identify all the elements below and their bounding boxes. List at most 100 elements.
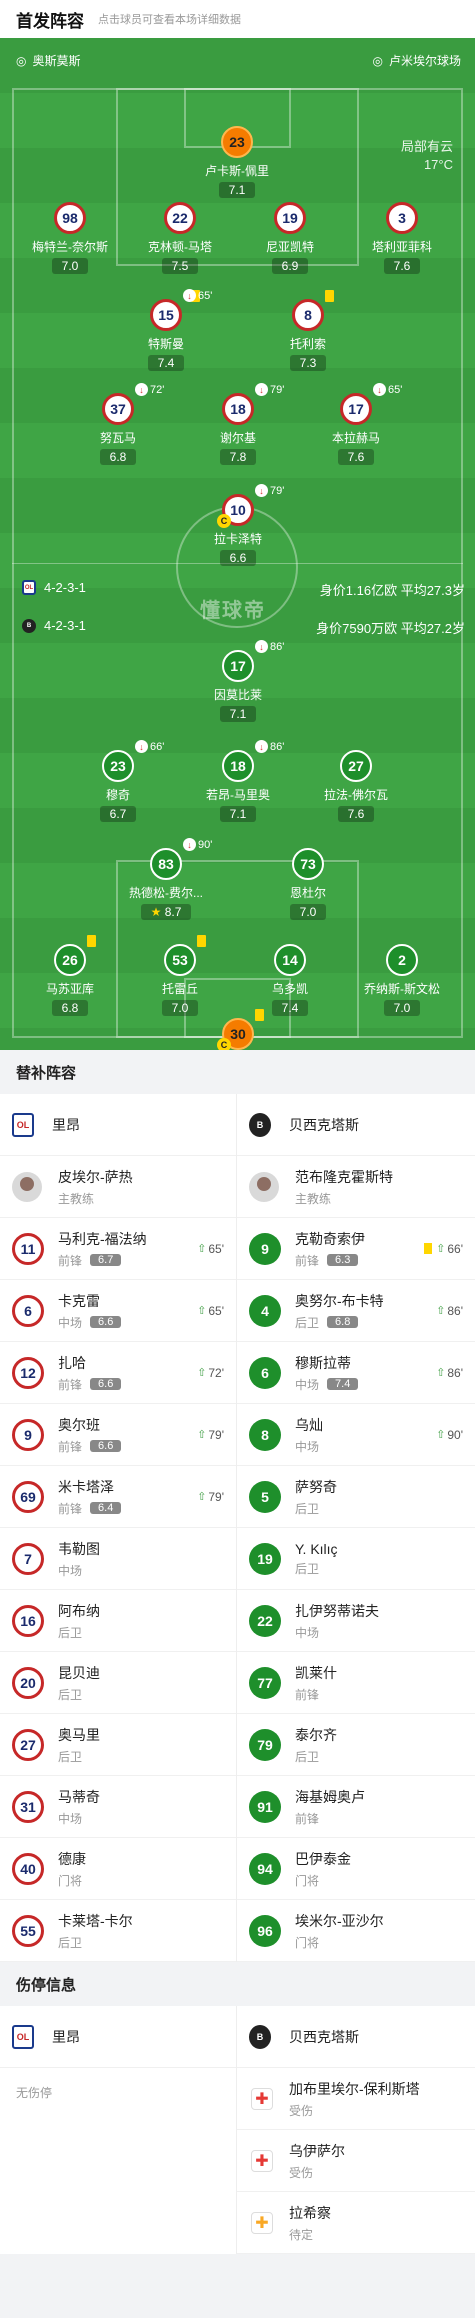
sub-player-row[interactable]: 19 Y. Kılıç 后卫 — [237, 1528, 475, 1590]
player-rating: 7.1 — [219, 806, 257, 822]
jersey-number: 31 — [12, 1790, 44, 1823]
captain-badge: C — [217, 514, 231, 528]
sub-player-name: 奥马里 — [58, 1726, 100, 1743]
sub-player-row[interactable]: 77 凯莱什 前锋 — [237, 1652, 475, 1714]
away-player[interactable]: 26 马苏亚库 6.8 — [25, 935, 115, 1016]
sub-off-indicator: ↓ 86' — [255, 740, 284, 753]
away-player[interactable]: 18 ↓ 86' 若昂-马里奥 7.1 — [193, 740, 284, 822]
away-team-row[interactable]: B 贝西克塔斯 — [237, 1094, 475, 1156]
away-player[interactable]: 30C德斯塔诺奥卢8.3 — [193, 1009, 283, 1050]
sub-player-row[interactable]: 4 奥努尔-布卡特 后卫 6.8 ⇧ 86' — [237, 1280, 475, 1342]
jersey-number: 83 — [150, 848, 182, 880]
sub-player-row[interactable]: 9 奥尔班 前锋 6.6 ⇧ 79' — [0, 1404, 236, 1466]
sub-player-row[interactable]: 40 德康 门将 — [0, 1838, 236, 1900]
sub-player-row[interactable]: 8 乌灿 中场 ⇧ 90' — [237, 1404, 475, 1466]
sub-on-icon: ⇧ — [197, 1491, 207, 1503]
jersey-number: 17 — [222, 650, 254, 682]
sub-off-indicator: ↓ 79' — [255, 484, 284, 497]
jersey-number: 19 — [274, 202, 306, 234]
player-rating: 7.0 — [161, 1000, 199, 1016]
away-player[interactable]: 73 恩杜尔 7.0 — [263, 848, 353, 920]
jersey-number: 91 — [249, 1790, 281, 1823]
home-player[interactable]: 8 托利索 7.3 — [263, 290, 353, 371]
away-player[interactable]: 53 托雷丘 7.0 — [135, 935, 225, 1016]
home-player[interactable]: 37 ↓ 72' 努瓦马 6.8 — [73, 383, 164, 465]
home-coach-row[interactable]: 皮埃尔-萨热 主教练 — [0, 1156, 236, 1218]
home-player[interactable]: 98 梅特兰-奈尔斯 7.0 — [25, 202, 115, 274]
jersey-number: 98 — [54, 202, 86, 234]
jersey-number: 40 — [12, 1852, 44, 1885]
jersey-number: 18 — [222, 393, 254, 425]
player-name: 梅特兰-奈尔斯 — [32, 240, 108, 254]
sub-player-row[interactable]: 12 扎哈 前锋 6.6 ⇧ 72' — [0, 1342, 236, 1404]
sub-player-row[interactable]: 22 扎伊努蒂诺夫 中场 — [237, 1590, 475, 1652]
away-player[interactable]: 14 乌多凯 7.4 — [245, 944, 335, 1016]
sub-player-row[interactable]: 31 马蒂奇 中场 — [0, 1776, 236, 1838]
home-player[interactable]: 23 卢卡斯-佩里 7.1 — [192, 126, 282, 198]
sub-player-name: Y. Kılıç — [295, 1540, 338, 1557]
sub-off-icon: ↓ — [183, 289, 196, 302]
jersey-number: 3 — [386, 202, 418, 234]
injured-player-name: 乌伊萨尔 — [289, 2142, 345, 2159]
player-name: 乌多凯 — [271, 982, 308, 996]
sub-player-row[interactable]: 94 巴伊泰金 门将 — [237, 1838, 475, 1900]
sub-player-position: 前锋 — [295, 1687, 320, 1702]
sub-player-name: 埃米尔-亚沙尔 — [295, 1912, 384, 1929]
injury-row[interactable]: ✚ 乌伊萨尔 受伤 — [237, 2130, 475, 2192]
yellow-card-icon — [424, 1243, 433, 1254]
sub-player-row[interactable]: 79 泰尔齐 后卫 — [237, 1714, 475, 1776]
sub-player-row[interactable]: 96 埃米尔-亚沙尔 门将 — [237, 1900, 475, 1962]
sub-player-row[interactable]: 20 昆贝迪 后卫 — [0, 1652, 236, 1714]
sub-off-indicator: ↓ 66' — [135, 740, 164, 753]
away-player[interactable]: 17 ↓ 86' 因莫比莱 7.1 — [193, 640, 284, 722]
away-injury-team-row[interactable]: B 贝西克塔斯 — [237, 2006, 475, 2068]
sub-player-name: 卡莱塔-卡尔 — [58, 1912, 133, 1929]
jersey-number: 9 — [249, 1232, 281, 1265]
away-player[interactable]: 27 拉法-佛尔瓦 7.6 — [311, 750, 401, 822]
home-player[interactable]: 18 ↓ 79' 谢尔基 7.8 — [193, 383, 284, 465]
no-injuries-text: 无伤停 — [16, 2086, 53, 2100]
sub-player-row[interactable]: 69 米卡塔泽 前锋 6.4 ⇧ 79' — [0, 1466, 236, 1528]
sub-player-row[interactable]: 27 奥马里 后卫 — [0, 1714, 236, 1776]
sub-player-row[interactable]: 7 韦勒图 中场 — [0, 1528, 236, 1590]
subs-section-title: 替补阵容 — [0, 1050, 475, 1094]
injury-row[interactable]: ✚ 拉希察 待定 — [237, 2192, 475, 2254]
jersey-number: 96 — [249, 1914, 281, 1947]
player-rating: 7.4 — [271, 1000, 309, 1016]
jersey-number: 14 — [274, 944, 306, 976]
home-team-row[interactable]: OL 里昂 — [0, 1094, 236, 1156]
sub-player-name: 阿布纳 — [58, 1602, 100, 1619]
sub-player-row[interactable]: 55 卡莱塔-卡尔 后卫 — [0, 1900, 236, 1962]
home-player[interactable]: 19 尼亚凯特 6.9 — [245, 202, 335, 274]
sub-off-indicator: ↓ 86' — [255, 640, 284, 653]
player-name: 马苏亚库 — [45, 982, 94, 996]
sub-player-row[interactable]: 11 马利克-福法纳 前锋 6.7 ⇧ 65' — [0, 1218, 236, 1280]
home-player[interactable]: 17 ↓ 65' 本拉赫马 7.6 — [311, 383, 402, 465]
away-player[interactable]: 23 ↓ 66' 穆奇 6.7 — [73, 740, 164, 822]
away-player[interactable]: 83 ↓ 90' 热德松-费尔... ★ 8.7 — [121, 838, 212, 920]
sub-on-icon: ⇧ — [197, 1243, 207, 1255]
player-rating: 7.3 — [289, 355, 327, 371]
injury-status: 受伤 — [289, 2165, 314, 2180]
player-name: 克林顿-马塔 — [148, 240, 212, 254]
jersey-number: 11 — [12, 1232, 44, 1265]
home-player[interactable]: 10 C ↓ 79' 拉卡泽特 6.6 — [193, 484, 284, 566]
home-player[interactable]: 15 ↓ 65' 特斯曼 7.4 — [121, 289, 212, 371]
away-team-info: 身价7590万欧 平均27.2岁 — [316, 621, 465, 636]
sub-player-row[interactable]: 5 萨努奇 后卫 — [237, 1466, 475, 1528]
sub-player-row[interactable]: 91 海基姆奥卢 前锋 — [237, 1776, 475, 1838]
sub-player-position: 前锋 — [58, 1439, 83, 1454]
sub-player-row[interactable]: 9 克勒奇索伊 前锋 6.3 ⇧ 66' — [237, 1218, 475, 1280]
home-player[interactable]: 3 塔利亚菲科 7.6 — [357, 202, 447, 274]
away-player[interactable]: 2 乔纳斯-斯文松 7.0 — [357, 944, 447, 1016]
sub-player-position: 后卫 — [295, 1749, 320, 1764]
sub-player-row[interactable]: 6 穆斯拉蒂 中场 7.4 ⇧ 86' — [237, 1342, 475, 1404]
away-coach-row[interactable]: 范布隆克霍斯特 主教练 — [237, 1156, 475, 1218]
home-injury-team-row[interactable]: OL 里昂 — [0, 2006, 236, 2068]
sub-player-row[interactable]: 6 卡克雷 中场 6.6 ⇧ 65' — [0, 1280, 236, 1342]
injury-row[interactable]: ✚ 加布里埃尔-保利斯塔 受伤 — [237, 2068, 475, 2130]
sub-off-icon: ↓ — [373, 383, 386, 396]
sub-player-row[interactable]: 16 阿布纳 后卫 — [0, 1590, 236, 1652]
home-player[interactable]: 22 克林顿-马塔 7.5 — [135, 202, 225, 274]
player-rating: 6.7 — [99, 806, 137, 822]
